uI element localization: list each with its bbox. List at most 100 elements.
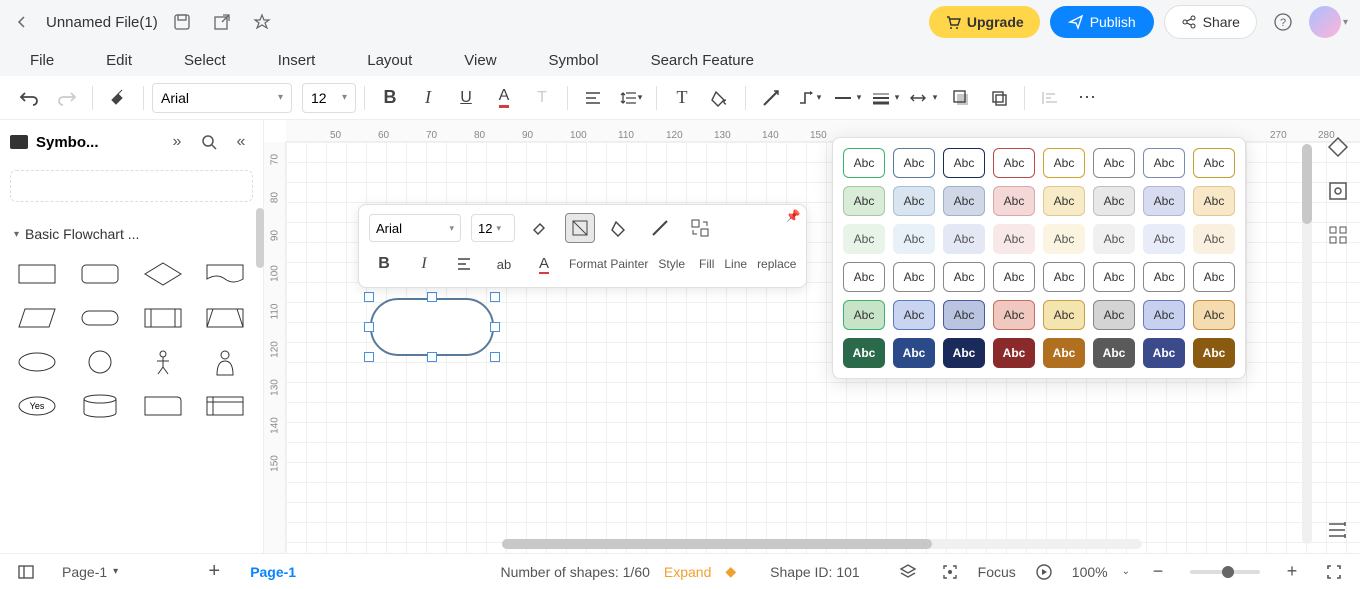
shape-yes-oval[interactable]: Yes: [10, 388, 64, 424]
menu-search[interactable]: Search Feature: [651, 52, 754, 69]
float-italic[interactable]: I: [409, 249, 439, 279]
zoom-dropdown-icon[interactable]: ⌄: [1122, 566, 1130, 577]
menu-layout[interactable]: Layout: [367, 52, 412, 69]
share-button[interactable]: Share: [1164, 5, 1257, 39]
style-swatch[interactable]: Abc: [993, 186, 1035, 216]
style-swatch[interactable]: Abc: [1143, 186, 1185, 216]
grid-icon[interactable]: [1325, 222, 1351, 248]
shape-stored-data[interactable]: [198, 300, 252, 336]
fill-button[interactable]: [703, 81, 737, 115]
theme-icon[interactable]: [1325, 134, 1351, 160]
style-swatch[interactable]: Abc: [843, 148, 885, 178]
style-swatch[interactable]: Abc: [893, 186, 935, 216]
style-swatch[interactable]: Abc: [893, 300, 935, 330]
shape-circle[interactable]: [73, 344, 127, 380]
style-swatch[interactable]: Abc: [993, 300, 1035, 330]
style-swatch[interactable]: Abc: [1143, 148, 1185, 178]
style-swatch[interactable]: Abc: [843, 186, 885, 216]
focus-icon[interactable]: [936, 558, 964, 586]
resize-handle-e[interactable]: [490, 322, 500, 332]
italic-button[interactable]: I: [411, 81, 445, 115]
style-swatch[interactable]: Abc: [1193, 338, 1235, 368]
style-swatch[interactable]: Abc: [843, 224, 885, 254]
style-swatch[interactable]: Abc: [1093, 186, 1135, 216]
zoom-value[interactable]: 100%: [1072, 564, 1108, 580]
search-icon[interactable]: [197, 130, 221, 154]
presentation-icon[interactable]: [1030, 558, 1058, 586]
style-swatch[interactable]: Abc: [1193, 300, 1235, 330]
library-expand-icon[interactable]: »: [165, 130, 189, 154]
sidebar-scrollbar[interactable]: [256, 208, 264, 268]
shape-card[interactable]: [136, 388, 190, 424]
float-align[interactable]: [449, 249, 479, 279]
style-swatch[interactable]: Abc: [1193, 224, 1235, 254]
pin-icon[interactable]: 📌: [785, 209, 800, 223]
upgrade-button[interactable]: Upgrade: [929, 6, 1040, 38]
align-objects-button[interactable]: [1033, 81, 1067, 115]
float-line[interactable]: [645, 213, 675, 243]
resize-handle-s[interactable]: [427, 352, 437, 362]
style-swatch[interactable]: Abc: [1193, 148, 1235, 178]
style-swatch[interactable]: Abc: [1093, 262, 1135, 292]
float-bold[interactable]: B: [369, 249, 399, 279]
style-swatch[interactable]: Abc: [993, 262, 1035, 292]
float-font-select[interactable]: Arial▾: [369, 214, 461, 242]
text-tool-button[interactable]: T: [665, 81, 699, 115]
vertical-scrollbar[interactable]: [1302, 144, 1312, 544]
shape-parallelogram[interactable]: [10, 300, 64, 336]
more-button[interactable]: ⋯: [1071, 81, 1105, 115]
style-swatch[interactable]: Abc: [993, 224, 1035, 254]
resize-handle-sw[interactable]: [364, 352, 374, 362]
shape-predefined[interactable]: [136, 300, 190, 336]
menu-file[interactable]: File: [30, 52, 54, 69]
style-swatch[interactable]: Abc: [943, 186, 985, 216]
style-swatch[interactable]: Abc: [943, 338, 985, 368]
help-icon[interactable]: ?: [1267, 6, 1299, 38]
style-swatch[interactable]: Abc: [1093, 224, 1135, 254]
line-tool-button[interactable]: [754, 81, 788, 115]
shadow-button[interactable]: [944, 81, 978, 115]
user-avatar[interactable]: [1309, 6, 1341, 38]
connector-button[interactable]: ▾: [792, 81, 826, 115]
list-icon[interactable]: [1324, 517, 1350, 543]
style-swatch[interactable]: Abc: [943, 300, 985, 330]
expand-link[interactable]: Expand: [664, 564, 711, 580]
style-swatch[interactable]: Abc: [1143, 224, 1185, 254]
resize-handle-w[interactable]: [364, 322, 374, 332]
float-format-painter[interactable]: [525, 213, 555, 243]
page-select[interactable]: Page-1▾: [54, 564, 126, 580]
style-swatch[interactable]: Abc: [1193, 186, 1235, 216]
avatar-dropdown-icon[interactable]: ▾: [1343, 17, 1348, 28]
layer-button[interactable]: [982, 81, 1016, 115]
style-swatch[interactable]: Abc: [843, 262, 885, 292]
bold-button[interactable]: B: [373, 81, 407, 115]
font-color-button[interactable]: A: [487, 81, 521, 115]
align-button[interactable]: [576, 81, 610, 115]
menu-insert[interactable]: Insert: [278, 52, 316, 69]
fullscreen-icon[interactable]: [1320, 558, 1348, 586]
style-swatch[interactable]: Abc: [1143, 300, 1185, 330]
style-swatch[interactable]: Abc: [993, 148, 1035, 178]
style-swatch[interactable]: Abc: [843, 300, 885, 330]
style-swatch[interactable]: Abc: [1143, 338, 1185, 368]
style-swatch[interactable]: Abc: [1043, 262, 1085, 292]
style-swatch[interactable]: Abc: [1093, 338, 1135, 368]
style-swatch[interactable]: Abc: [893, 148, 935, 178]
shape-actor[interactable]: [136, 344, 190, 380]
premium-icon[interactable]: ◆: [725, 563, 736, 580]
open-external-icon[interactable]: [206, 6, 238, 38]
resize-handle-ne[interactable]: [490, 292, 500, 302]
style-swatch[interactable]: Abc: [943, 262, 985, 292]
float-font-color[interactable]: A: [529, 249, 559, 279]
style-swatch[interactable]: Abc: [993, 338, 1035, 368]
shape-rectangle[interactable]: [10, 256, 64, 292]
shape-cylinder[interactable]: [73, 388, 127, 424]
resize-handle-n[interactable]: [427, 292, 437, 302]
style-swatch[interactable]: Abc: [893, 224, 935, 254]
style-swatch[interactable]: Abc: [893, 262, 935, 292]
settings-icon[interactable]: [1325, 178, 1351, 204]
style-swatch[interactable]: Abc: [1043, 148, 1085, 178]
font-size-select[interactable]: 12▾: [302, 83, 356, 113]
style-swatch[interactable]: Abc: [843, 338, 885, 368]
file-name[interactable]: Unnamed File(1): [46, 14, 158, 31]
